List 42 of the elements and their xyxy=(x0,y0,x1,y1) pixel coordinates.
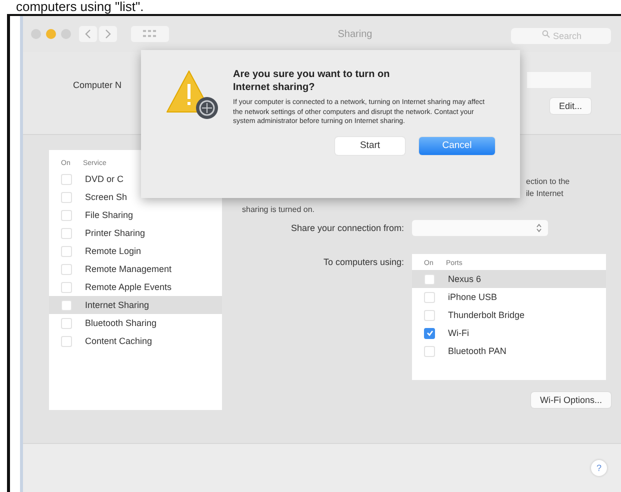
status-text: sharing is turned on. xyxy=(241,204,316,216)
show-all-button[interactable] xyxy=(131,26,169,42)
to-computers-label: To computers using: xyxy=(322,256,404,267)
forward-button[interactable] xyxy=(99,26,117,42)
checkbox[interactable] xyxy=(424,328,435,338)
service-row[interactable]: Remote Management xyxy=(49,260,222,278)
service-row[interactable]: Remote Login xyxy=(49,242,222,260)
description-text: ection to the xyxy=(525,176,571,188)
port-row[interactable]: iPhone USB xyxy=(412,288,606,306)
port-row[interactable]: Nexus 6 xyxy=(412,270,606,288)
dialog-button[interactable]: Start xyxy=(335,136,405,154)
caption-text: computers using "list". xyxy=(15,0,145,14)
connection-popup[interactable] xyxy=(412,220,548,236)
port-row[interactable]: Bluetooth PAN xyxy=(412,342,606,360)
computer-name-label: Computer N xyxy=(73,80,122,90)
service-row[interactable]: File Sharing xyxy=(49,206,222,224)
share-from-label: Share your connection from: xyxy=(290,222,404,233)
help-button[interactable]: ? xyxy=(591,460,607,476)
wifi-options-button[interactable]: Wi-Fi Options... xyxy=(530,392,611,408)
port-row[interactable]: Thunderbolt Bridge xyxy=(412,306,606,324)
edit-button[interactable]: Edit... xyxy=(550,98,591,114)
service-row[interactable]: Printer Sharing xyxy=(49,224,222,242)
stepper-arrows-icon xyxy=(536,223,542,233)
port-row[interactable]: Wi-Fi xyxy=(412,324,606,342)
grid-icon xyxy=(143,30,157,38)
service-row[interactable]: Content Caching xyxy=(49,332,222,350)
computer-name-field[interactable] xyxy=(527,72,591,88)
warning-icon xyxy=(165,68,219,120)
search-icon xyxy=(542,30,550,38)
chevron-left-icon xyxy=(85,29,91,39)
window-title: Sharing xyxy=(336,28,374,40)
service-row[interactable]: Bluetooth Sharing xyxy=(49,314,222,332)
service-row[interactable]: DVD or C xyxy=(49,170,222,188)
service-row[interactable]: Remote Apple Events xyxy=(49,278,222,296)
chevron-right-icon xyxy=(105,29,111,39)
search-field[interactable]: Search xyxy=(511,28,611,44)
service-row[interactable]: Internet Sharing xyxy=(49,296,222,314)
minimize-button[interactable] xyxy=(46,29,56,39)
dialog-title: Are you sure you want to turn on Internet sharing? xyxy=(233,68,391,94)
description-text: ile Internet xyxy=(525,188,564,200)
back-button[interactable] xyxy=(79,26,97,42)
service-row[interactable]: Screen Sh xyxy=(49,188,222,206)
